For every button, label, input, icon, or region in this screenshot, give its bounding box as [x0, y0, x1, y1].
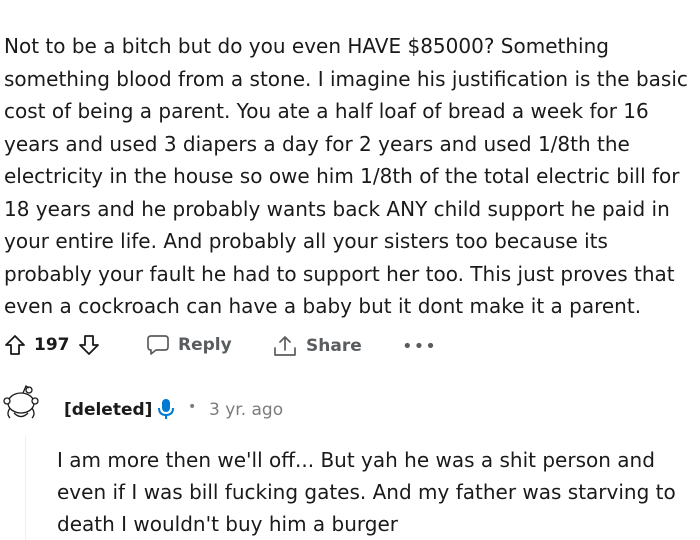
more-options-icon[interactable]: •••	[402, 336, 437, 357]
comment-body: Not to be a bitch but do you even HAVE $…	[4, 34, 688, 318]
upvote-icon[interactable]	[4, 334, 26, 356]
share-icon	[272, 334, 298, 358]
vote-count: 197	[34, 335, 70, 355]
author-name[interactable]: [deleted]	[64, 400, 152, 420]
avatar[interactable]	[0, 380, 50, 430]
meta-separator: •	[188, 399, 197, 415]
microphone-icon	[157, 397, 175, 425]
vote-controls: 197	[4, 334, 100, 356]
previous-comment-fragment: — • • • •	[0, 0, 700, 12]
previous-comment-sliver: — • • • •	[40, 0, 114, 4]
reply-button[interactable]: Reply	[146, 334, 232, 356]
share-label: Share	[306, 336, 362, 356]
share-button[interactable]: Share	[272, 334, 362, 358]
comment-age[interactable]: 3 yr. ago	[209, 400, 283, 420]
thread-line[interactable]	[25, 436, 26, 540]
reply-comment-body: I am more then we'll off... But yah he w…	[57, 448, 676, 536]
reply-bubble-icon	[146, 334, 170, 356]
comment-action-bar: 197 Reply Share •••	[0, 330, 700, 366]
downvote-icon[interactable]	[78, 334, 100, 356]
reply-label: Reply	[178, 335, 232, 355]
reply-comment-header: [deleted] • 3 yr. ago	[0, 380, 700, 440]
